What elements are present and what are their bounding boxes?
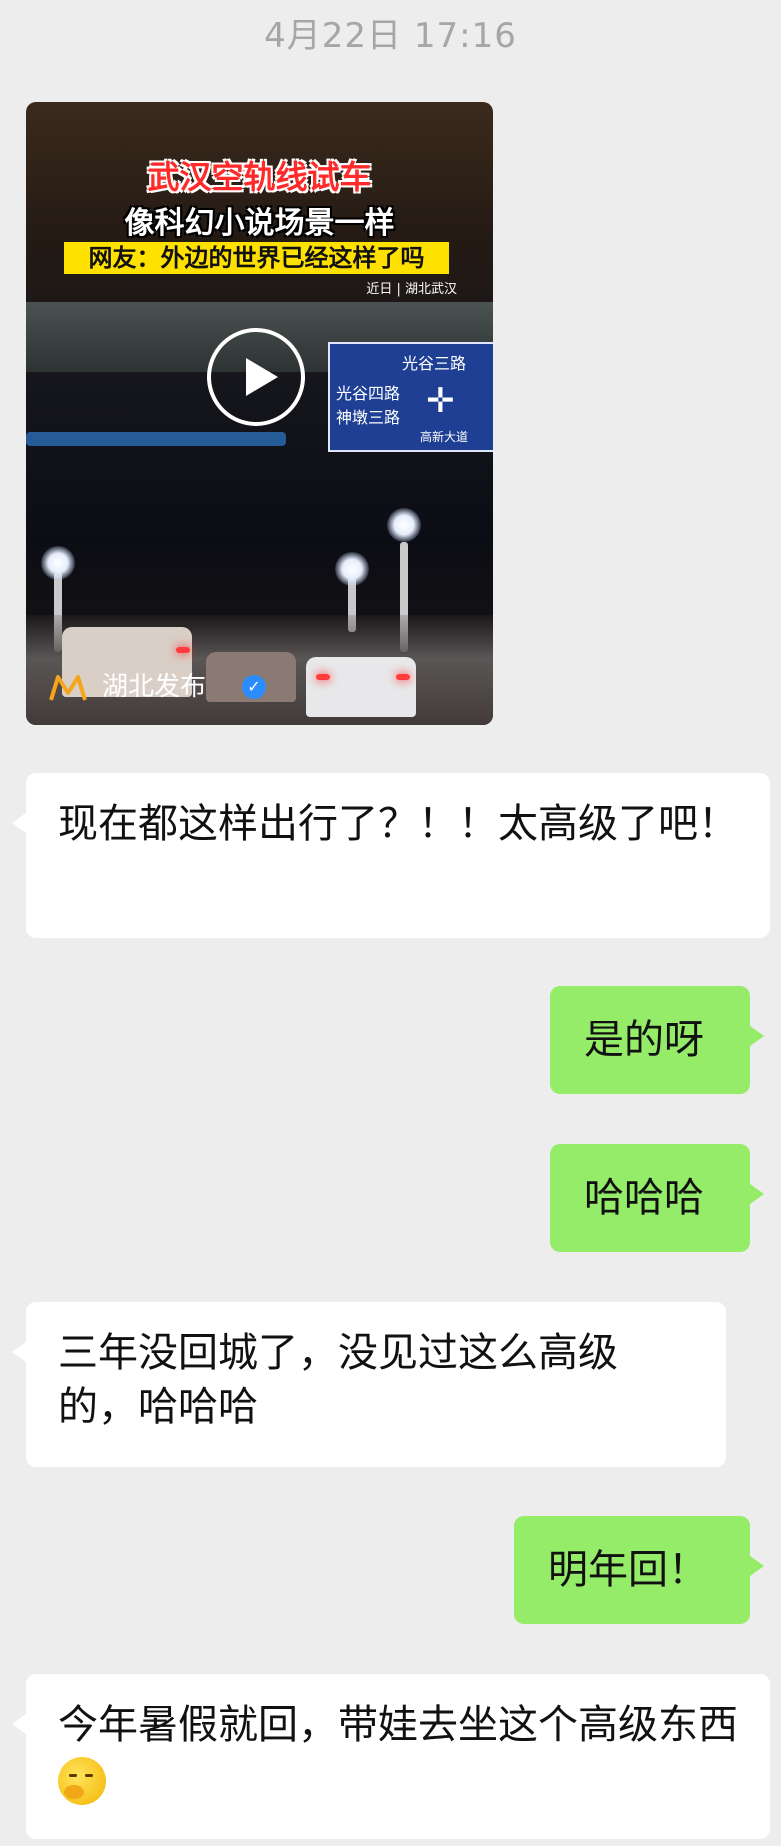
road-sign-line2: 光谷四路 <box>336 384 401 403</box>
message-bubble-incoming[interactable]: 现在都这样出行了？！！太高级了吧！ <box>12 773 770 938</box>
video-source-name: 湖北发布 <box>102 672 207 702</box>
tail-light <box>176 647 190 653</box>
video-title-line1: 武汉空轨线试车 <box>147 158 372 196</box>
street-lamp-light <box>387 508 421 542</box>
message-text: 哈哈哈 <box>584 1175 704 1221</box>
message-bubble-incoming[interactable]: 三年没回城了，没见过这么高级的，哈哈哈 <box>12 1302 726 1467</box>
tail-light <box>316 674 330 680</box>
road-sign-line1: 光谷三路 <box>402 354 467 373</box>
road-sign-line3: 神墩三路 <box>336 408 401 427</box>
verified-badge-icon: ✓ <box>242 675 266 699</box>
tail-light <box>396 674 410 680</box>
message-bubble-outgoing[interactable]: 明年回！ <box>514 1516 764 1624</box>
thinking-face-emoji-icon <box>58 1757 106 1805</box>
message-text: 今年暑假就回，带娃去坐这个高级东西 <box>58 1702 738 1748</box>
play-icon[interactable] <box>207 328 305 426</box>
street-lamp-light <box>41 546 75 580</box>
message-bubble-outgoing[interactable]: 哈哈哈 <box>550 1144 764 1252</box>
car <box>306 657 416 717</box>
road-sign: 光谷三路 光谷四路 神墩三路 ✛ 高新大道 <box>328 342 493 452</box>
hubei-fabu-logo-icon <box>49 675 87 701</box>
message-bubble-outgoing[interactable]: 是的呀 <box>550 986 764 1094</box>
message-text: 是的呀 <box>584 1017 704 1063</box>
video-message-card[interactable]: 武汉空轨线试车 像科幻小说场景一样 网友：外边的世界已经这样了吗 近日 | 湖北… <box>26 102 493 725</box>
video-scene-rail-light <box>26 432 286 446</box>
message-text: 现在都这样出行了？！！太高级了吧！ <box>58 801 738 847</box>
road-sign-cross: ✛ <box>426 381 455 421</box>
video-title-line3: 网友：外边的世界已经这样了吗 <box>64 242 449 274</box>
message-bubble-incoming[interactable]: 今年暑假就回，带娃去坐这个高级东西 <box>12 1674 770 1839</box>
street-lamp-light <box>335 552 369 586</box>
video-title-line2: 像科幻小说场景一样 <box>124 206 395 241</box>
road-sign-line4: 高新大道 <box>420 430 469 444</box>
timestamp: 4月22日 17:16 <box>264 16 517 56</box>
video-meta: 近日 | 湖北武汉 <box>366 282 457 297</box>
message-text: 明年回！ <box>548 1547 708 1593</box>
message-text: 三年没回城了，没见过这么高级的，哈哈哈 <box>58 1330 618 1430</box>
